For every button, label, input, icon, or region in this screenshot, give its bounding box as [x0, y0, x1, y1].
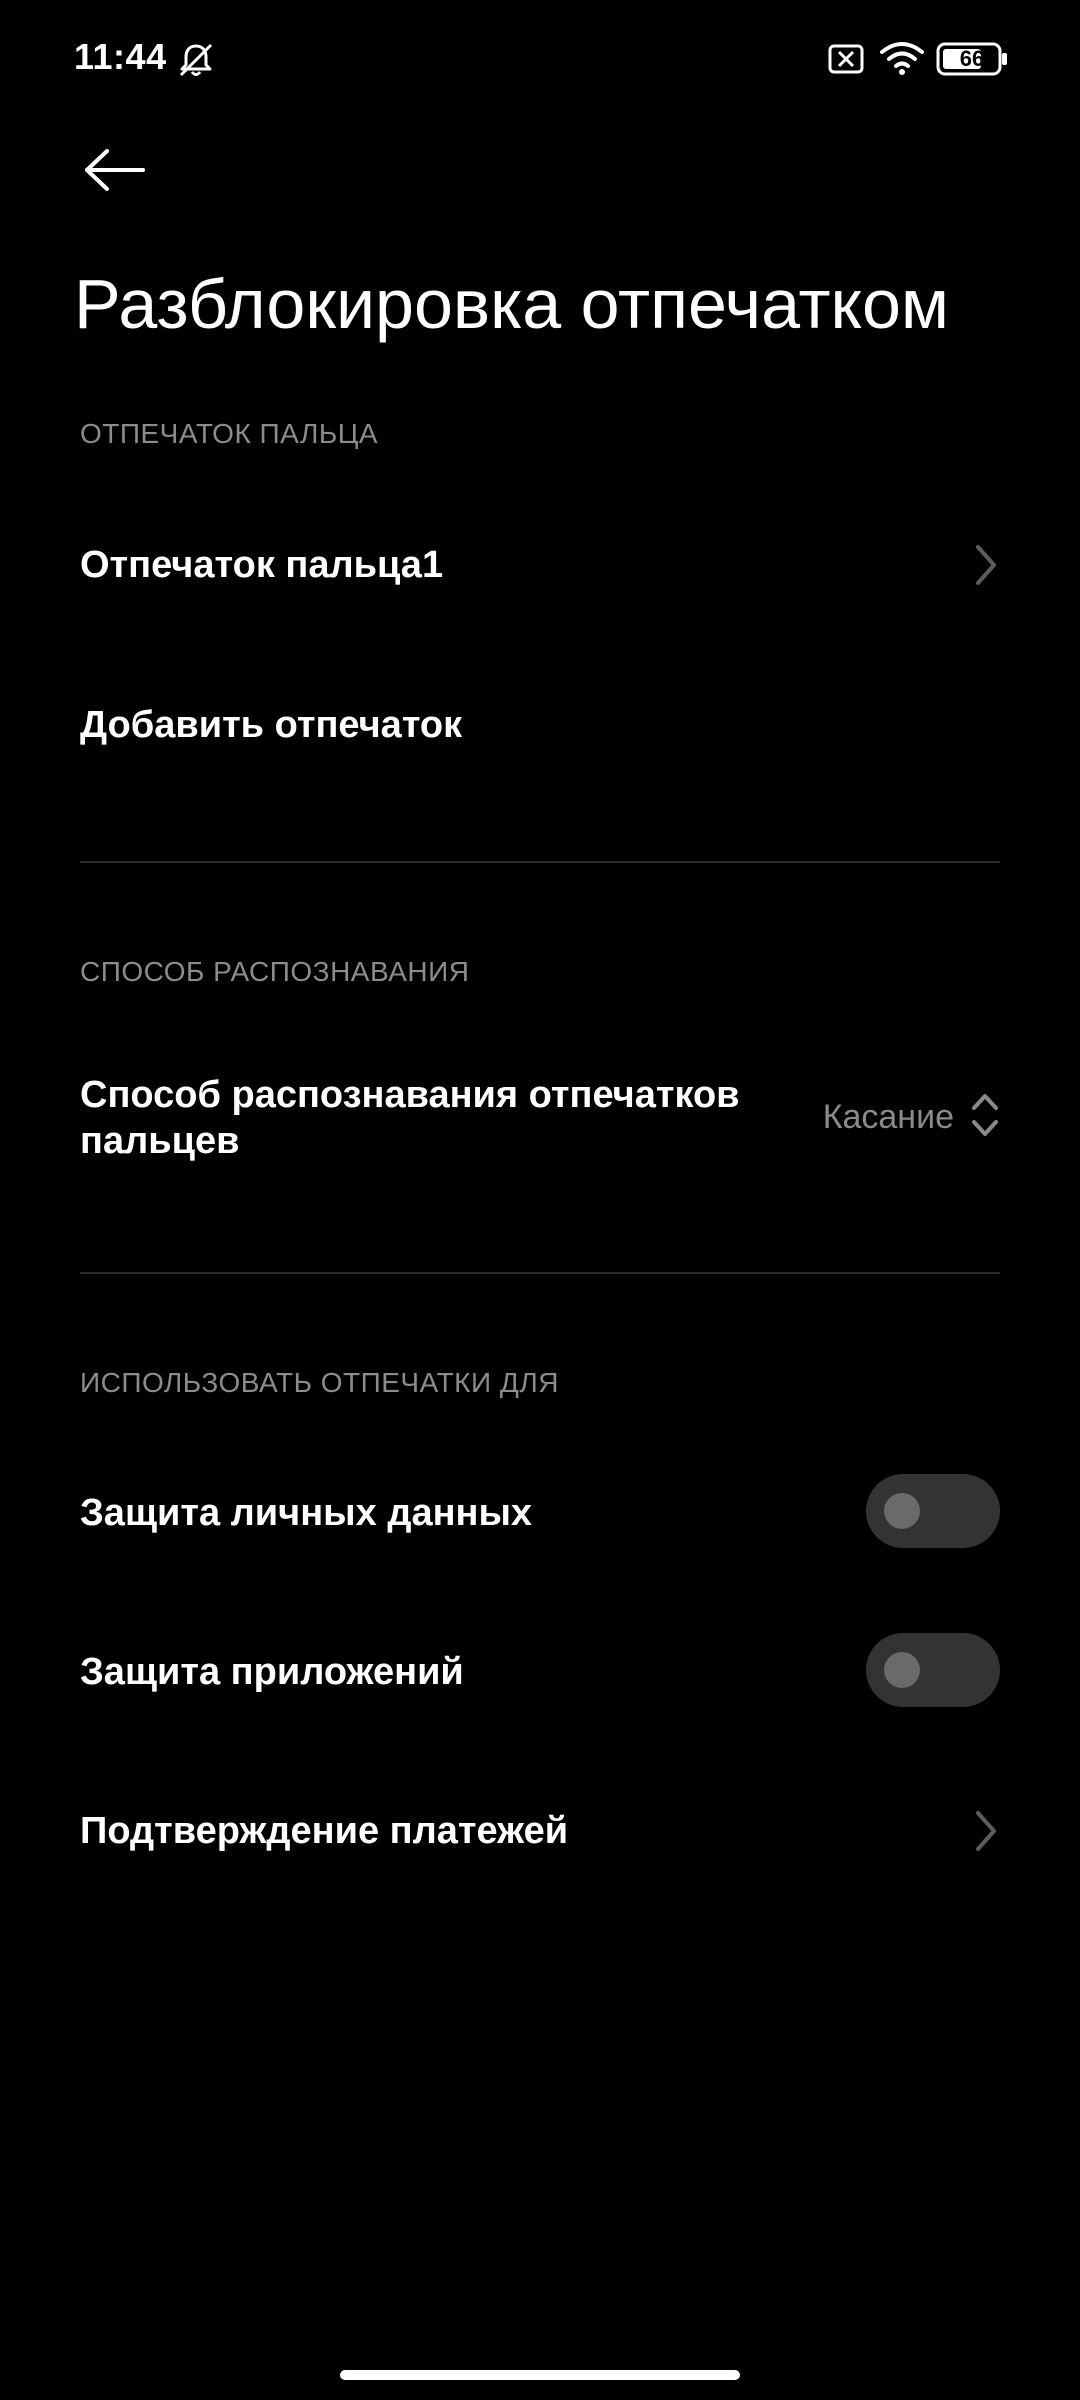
chevron-up-down-icon: [972, 1094, 998, 1136]
toggle-knob: [884, 1652, 920, 1688]
wifi-icon: [880, 40, 924, 81]
toggle-knob: [884, 1493, 920, 1529]
section-header-recognition: СПОСОБ РАСПОЗНАВАНИЯ: [80, 956, 470, 987]
privacy-protection-label: Защита личных данных: [80, 1492, 533, 1534]
fingerprint-item-1[interactable]: Отпечаток пальца1: [80, 530, 1000, 600]
privacy-protection-toggle[interactable]: [866, 1474, 1000, 1548]
add-fingerprint-label: Добавить отпечаток: [80, 704, 463, 746]
recognition-method-value: Касание: [822, 1098, 954, 1136]
status-time: 11:44: [74, 36, 167, 77]
divider: [80, 861, 1000, 863]
recognition-method-label: Способ распознавания отпечатков пальцев: [80, 1074, 740, 1162]
privacy-protection-item[interactable]: Защита личных данных: [80, 1474, 1000, 1554]
section-header-fingerprint: ОТПЕЧАТОК ПАЛЬЦА: [80, 418, 379, 449]
app-lock-toggle[interactable]: [866, 1633, 1000, 1707]
add-fingerprint-button[interactable]: Добавить отпечаток: [80, 690, 1000, 760]
battery-level: 66: [959, 46, 985, 71]
app-lock-item[interactable]: Защита приложений: [80, 1633, 1000, 1713]
sim-x-icon: [828, 44, 864, 79]
recognition-method-item[interactable]: Способ распознавания отпечатков пальцев …: [80, 1068, 1000, 1178]
back-button[interactable]: [70, 130, 160, 210]
chevron-right-icon: [976, 545, 996, 585]
status-bar: 11:44 66: [0, 0, 1080, 120]
app-lock-label: Защита приложений: [80, 1651, 464, 1693]
bell-off-icon: [176, 40, 216, 85]
fingerprint-item-1-label: Отпечаток пальца1: [80, 544, 444, 586]
chevron-right-icon: [976, 1811, 996, 1851]
arrow-left-icon: [85, 149, 145, 191]
home-indicator[interactable]: [340, 2370, 740, 2380]
payment-confirmation-label: Подтверждение платежей: [80, 1810, 569, 1852]
page-title: Разблокировка отпечатком: [74, 265, 949, 343]
divider: [80, 1272, 1000, 1274]
section-header-use-for: ИСПОЛЬЗОВАТЬ ОТПЕЧАТКИ ДЛЯ: [80, 1367, 559, 1398]
payment-confirmation-item[interactable]: Подтверждение платежей: [80, 1796, 1000, 1866]
